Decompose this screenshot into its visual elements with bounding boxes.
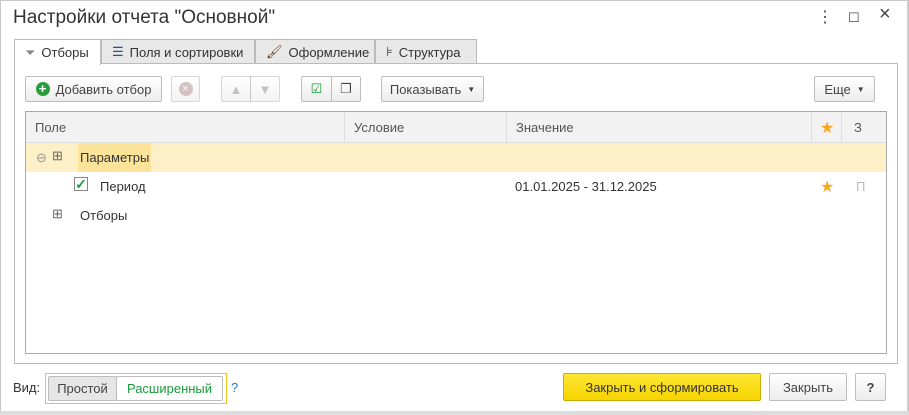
window-title: Настройки отчета "Основной"	[13, 7, 276, 28]
bottom-edge	[0, 411, 909, 415]
tab-structure[interactable]: ⊧ Структура	[375, 39, 477, 64]
add-filter-label: Добавить отбор	[55, 81, 152, 97]
table-row[interactable]: ✓ Период 01.01.2025 - 31.12.2025 ★ П	[26, 172, 886, 201]
close-and-generate-button[interactable]: Закрыть и сформировать	[563, 373, 761, 401]
view-simple-button[interactable]: Простой	[48, 376, 117, 401]
star-icon[interactable]: ★	[820, 177, 834, 197]
collapse-icon[interactable]: ⊖	[36, 150, 47, 166]
arrow-down-icon: ▼	[258, 81, 272, 97]
row-field: Отборы	[80, 208, 128, 223]
plus-circle-icon: +	[35, 82, 50, 96]
filters-group-icon: ⊞	[52, 206, 63, 221]
filters-table: Поле Условие Значение ★ З ⊖ ⊞ Параметры …	[25, 111, 887, 354]
row-z: П	[856, 179, 866, 194]
column-header-star[interactable]: ★	[812, 112, 842, 143]
delete-icon: ×	[178, 82, 193, 96]
chevron-down-icon: ▼	[467, 84, 476, 94]
column-header-condition[interactable]: Условие	[345, 112, 507, 143]
add-filter-button[interactable]: + Добавить отбор	[25, 76, 162, 102]
tab-appearance[interactable]: 🖌 Оформление	[255, 39, 375, 64]
parameters-icon: ⊞	[52, 148, 63, 163]
fields-sort-icon: ☰	[112, 44, 124, 59]
tab-label: Структура	[398, 44, 461, 60]
uncheck-all-button[interactable]: ❐	[331, 76, 361, 102]
close-icon[interactable]: ×	[879, 3, 891, 26]
row-field: Период	[100, 179, 146, 194]
tab-label: Поля и сортировки	[129, 44, 244, 60]
view-label: Вид:	[13, 380, 41, 395]
period-checkbox[interactable]: ✓	[74, 177, 88, 191]
row-field: Параметры	[78, 143, 152, 172]
structure-icon: ⊧	[386, 44, 393, 59]
column-header-field[interactable]: Поле	[26, 112, 345, 143]
more-menu-icon[interactable]: ⋮	[817, 7, 833, 27]
delete-button[interactable]: ×	[171, 76, 200, 102]
row-value[interactable]: 01.01.2025 - 31.12.2025	[515, 179, 657, 194]
brush-icon: 🖌	[266, 44, 283, 59]
more-label: Еще	[824, 81, 851, 97]
view-extended-button[interactable]: Расширенный	[116, 376, 223, 401]
check-all-icon: ☑	[310, 81, 323, 96]
settings-window: Настройки отчета "Основной" ⋮ ☐ × ⏷ Отбор…	[0, 0, 909, 412]
view-toggle: Простой Расширенный	[45, 373, 227, 404]
move-down-button[interactable]: ▼	[250, 76, 280, 102]
chevron-down-icon: ▼	[856, 84, 865, 94]
tab-label: Оформление	[288, 44, 370, 60]
check-all-button[interactable]: ☑	[301, 76, 332, 102]
tab-filters[interactable]: ⏷ Отборы	[14, 39, 101, 65]
tab-fields-sort[interactable]: ☰ Поля и сортировки	[101, 39, 255, 64]
filter-icon: ⏷	[25, 44, 36, 60]
tab-label: Отборы	[41, 45, 89, 60]
close-button[interactable]: Закрыть	[769, 373, 847, 401]
table-row[interactable]: ⊞ Отборы	[26, 201, 886, 230]
show-dropdown-button[interactable]: Показывать ▼	[381, 76, 484, 102]
show-label: Показывать	[389, 81, 462, 97]
help-button[interactable]: ?	[855, 373, 886, 401]
column-header-z[interactable]: З	[842, 112, 886, 143]
move-up-button[interactable]: ▲	[221, 76, 251, 102]
arrow-up-icon: ▲	[229, 81, 243, 97]
uncheck-all-icon: ❐	[340, 81, 352, 96]
more-button[interactable]: Еще ▼	[814, 76, 875, 102]
table-row[interactable]: ⊖ ⊞ Параметры	[26, 143, 886, 172]
maximize-icon[interactable]: ☐	[848, 10, 860, 26]
help-link[interactable]: ?	[231, 380, 238, 395]
column-header-value[interactable]: Значение	[507, 112, 812, 143]
